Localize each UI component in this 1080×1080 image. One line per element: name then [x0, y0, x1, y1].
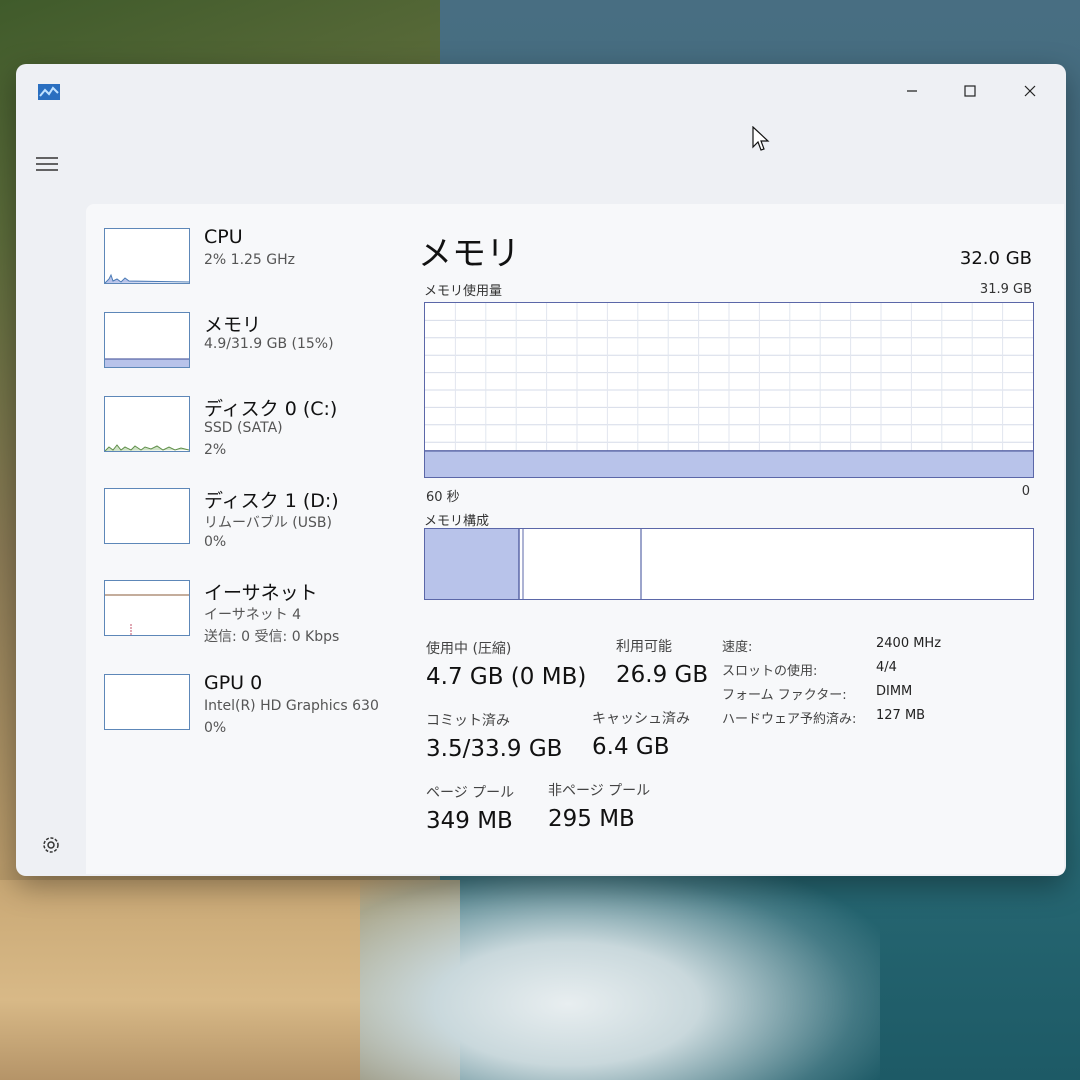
disk-1-mini-graph	[104, 488, 190, 544]
performance-content: CPU 2% 1.25 GHz メモリ 4.9/31.9 GB (15%) ディ…	[86, 204, 1064, 874]
detail-value: 2400 MHz	[876, 636, 942, 651]
perf-item-detail: SSD (SATA)	[204, 420, 283, 436]
memory-usage-label: メモリ使用量	[424, 284, 503, 299]
memory-usage-graph	[424, 302, 1034, 478]
committed-label: コミット済み	[426, 713, 510, 729]
paged-pool-label: ページ プール	[426, 785, 515, 801]
gpu-0-mini-graph	[104, 674, 190, 730]
graph-time-end: 0	[1021, 484, 1030, 499]
perf-item-detail: リムーバブル (USB)	[204, 515, 332, 531]
detail-key: スロットの使用:	[722, 664, 818, 679]
cpu-mini-graph	[104, 228, 190, 284]
memory-composition-label: メモリ構成	[424, 514, 490, 529]
perf-item-title: ディスク 1 (D:)	[204, 490, 339, 512]
memory-usage-max: 31.9 GB	[979, 282, 1032, 297]
memory-mini-graph	[104, 312, 190, 368]
perf-item-title: イーサネット	[204, 582, 318, 604]
perf-item-cpu[interactable]: CPU 2% 1.25 GHz	[104, 226, 404, 296]
in-use-label: 使用中 (圧縮)	[426, 641, 512, 657]
perf-item-memory[interactable]: メモリ 4.9/31.9 GB (15%)	[104, 310, 404, 380]
perf-item-disk-1[interactable]: ディスク 1 (D:) リムーバブル (USB) 0%	[104, 486, 404, 556]
nonpaged-pool-value: 295 MB	[548, 806, 635, 832]
close-button[interactable]	[1010, 76, 1050, 106]
perf-item-detail: 4.9/31.9 GB (15%)	[204, 336, 334, 352]
paged-pool-value: 349 MB	[426, 808, 513, 834]
settings-gear-icon[interactable]	[40, 834, 62, 856]
perf-item-value: 0%	[204, 720, 227, 736]
composition-in-use	[425, 529, 519, 599]
disk-0-mini-graph	[104, 396, 190, 452]
detail-value: 127 MB	[876, 708, 926, 723]
memory-composition-bar	[424, 528, 1034, 600]
minimize-icon	[907, 90, 917, 92]
committed-value: 3.5/33.9 GB	[426, 736, 563, 762]
detail-key: 速度:	[722, 640, 753, 655]
perf-item-disk-0[interactable]: ディスク 0 (C:) SSD (SATA) 2%	[104, 394, 404, 464]
detail-key: ハードウェア予約済み:	[722, 712, 857, 727]
perf-item-title: GPU 0	[204, 672, 263, 694]
perf-item-detail: Intel(R) HD Graphics 630	[204, 698, 379, 714]
nonpaged-pool-label: 非ページ プール	[548, 783, 651, 799]
perf-item-gpu-0[interactable]: GPU 0 Intel(R) HD Graphics 630 0%	[104, 672, 404, 742]
perf-item-title: メモリ	[204, 314, 262, 336]
perf-item-value: 0%	[204, 534, 227, 550]
minimize-button[interactable]	[892, 76, 932, 106]
maximize-button[interactable]	[950, 76, 990, 106]
perf-item-value: 2%	[204, 442, 227, 458]
close-icon	[1024, 85, 1036, 97]
perf-item-title: CPU	[204, 226, 243, 248]
mouse-cursor-icon	[752, 126, 770, 151]
cached-label: キャッシュ済み	[592, 711, 690, 727]
perf-item-title: ディスク 0 (C:)	[204, 398, 338, 420]
memory-usage-fill	[425, 450, 1033, 477]
memory-total: 32.0 GB	[959, 248, 1032, 269]
task-manager-window: CPU 2% 1.25 GHz メモリ 4.9/31.9 GB (15%) ディ…	[16, 64, 1066, 876]
available-value: 26.9 GB	[616, 662, 709, 688]
page-title: メモリ	[418, 234, 520, 274]
in-use-value: 4.7 GB (0 MB)	[426, 664, 587, 690]
task-manager-app-icon	[38, 84, 60, 100]
detail-key: フォーム ファクター:	[722, 688, 847, 703]
hamburger-menu-icon[interactable]	[36, 156, 58, 172]
available-label: 利用可能	[616, 639, 672, 655]
perf-item-value: 送信: 0 受信: 0 Kbps	[204, 629, 340, 645]
graph-time-start: 60 秒	[426, 490, 460, 505]
detail-value: 4/4	[876, 660, 897, 675]
perf-item-detail: イーサネット 4	[204, 607, 302, 623]
perf-item-detail: 2% 1.25 GHz	[204, 252, 296, 268]
perf-item-ethernet[interactable]: イーサネット イーサネット 4 送信: 0 受信: 0 Kbps	[104, 578, 404, 648]
cached-value: 6.4 GB	[592, 734, 670, 760]
maximize-icon	[964, 85, 976, 97]
detail-value: DIMM	[876, 684, 913, 699]
ethernet-mini-graph	[104, 580, 190, 636]
wallpaper-foam	[360, 860, 880, 1080]
